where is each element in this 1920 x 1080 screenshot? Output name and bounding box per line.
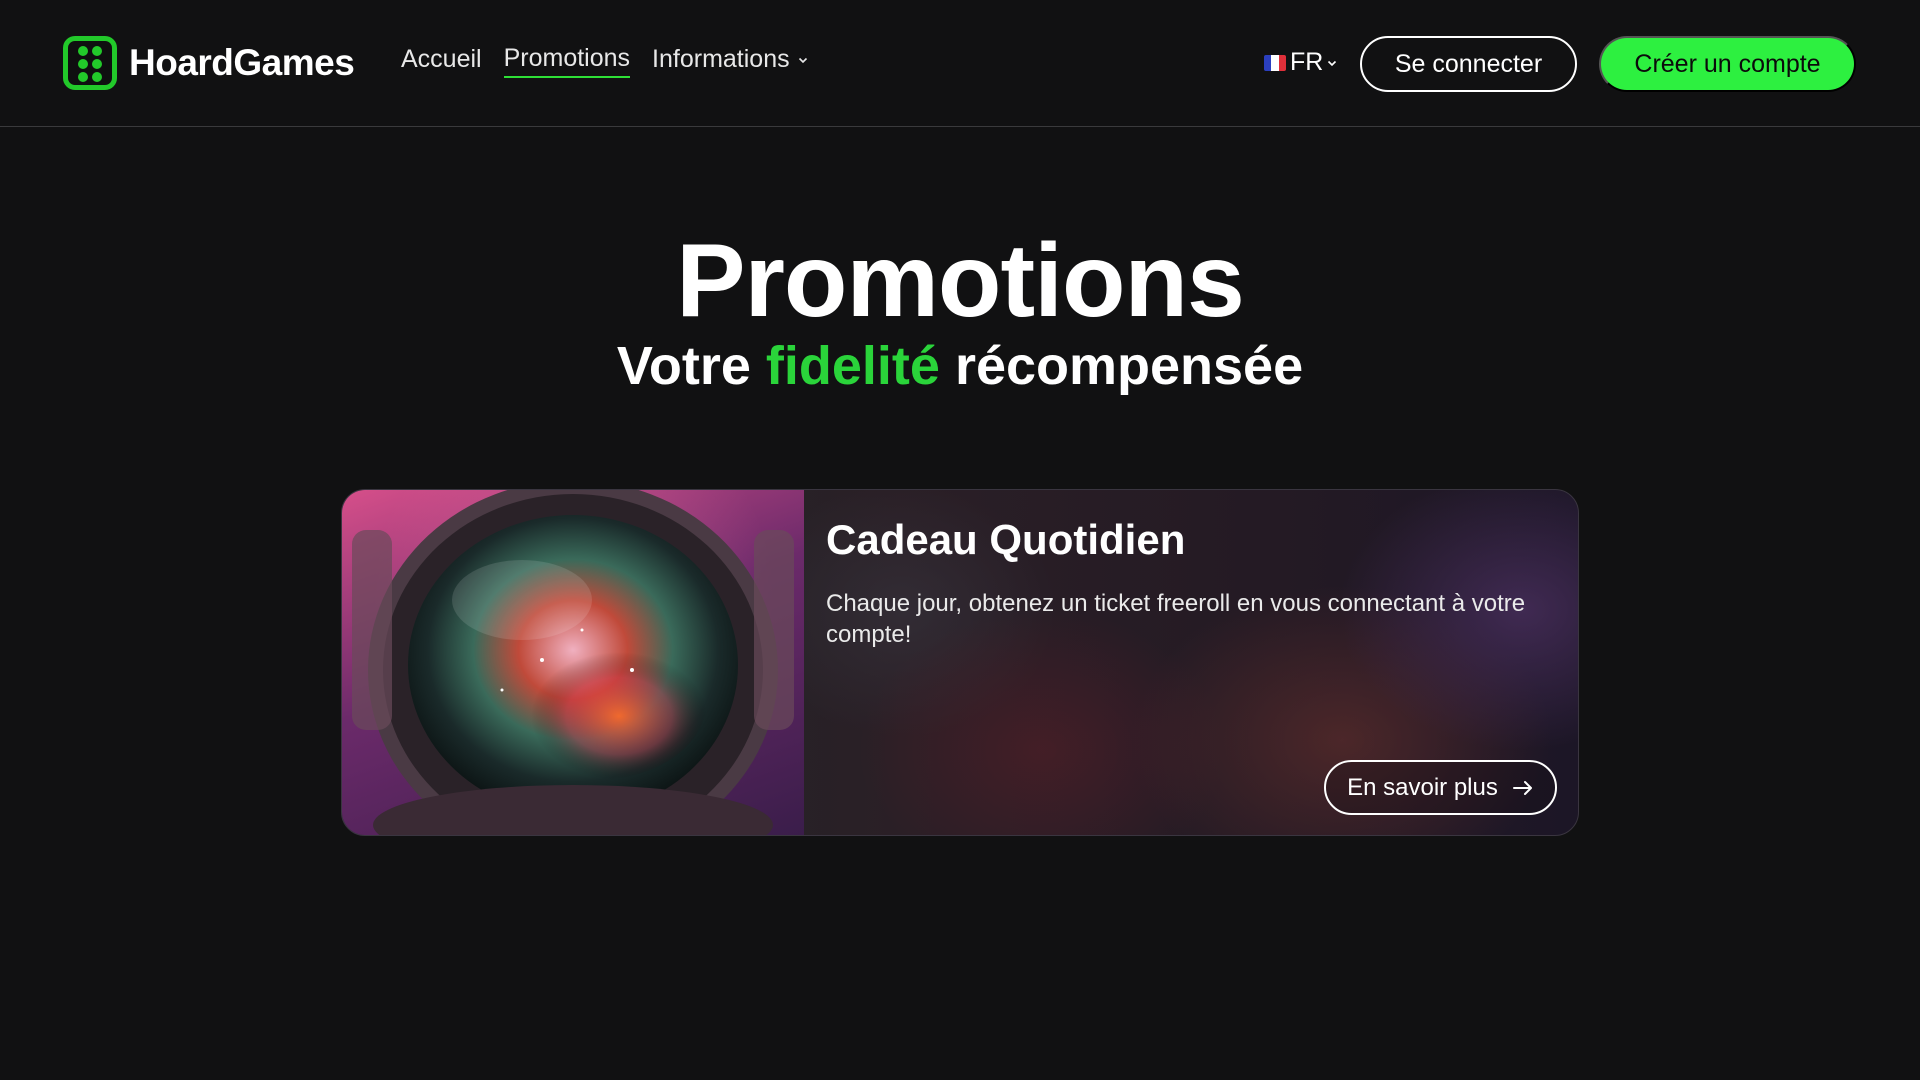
main-nav: Accueil Promotions Informations (401, 44, 808, 78)
page-title: Promotions (676, 223, 1245, 339)
brand-name: HoardGames (129, 42, 355, 83)
language-selector[interactable]: FR (1264, 48, 1337, 77)
top-navigation-bar: HoardGames Accueil Promotions Informatio… (0, 0, 1920, 127)
dice-logo-icon (63, 36, 117, 90)
language-code: FR (1290, 48, 1324, 76)
brand-logo[interactable]: HoardGames (63, 36, 355, 90)
nav-item-accueil[interactable]: Accueil (401, 45, 482, 77)
promo-description: Chaque jour, obtenez un ticket freeroll … (826, 590, 1526, 648)
france-flag-icon (1264, 54, 1286, 71)
chevron-down-icon (1328, 60, 1337, 66)
login-button[interactable]: Se connecter (1360, 36, 1577, 92)
nav-item-informations-label: Informations (652, 45, 790, 73)
promo-title: Cadeau Quotidien (826, 516, 1186, 563)
astronaut-helmet-image (342, 490, 804, 835)
subtitle-text-start: Votre (616, 336, 766, 396)
chevron-down-icon (798, 57, 807, 63)
subtitle-text-end: récompensée (939, 336, 1304, 396)
nav-item-promotions[interactable]: Promotions (503, 44, 631, 78)
learn-more-button[interactable]: En savoir plus (1324, 760, 1557, 815)
create-account-button[interactable]: Créer un compte (1599, 36, 1856, 92)
promo-card-daily-gift: Cadeau Quotidien Chaque jour, obtenez un… (341, 489, 1579, 836)
page-subtitle: Votre fidelité récompensée (0, 335, 1920, 397)
subtitle-accent-word: fidelité (765, 336, 940, 396)
learn-more-label: En savoir plus (1347, 773, 1498, 801)
arrow-right-icon (1512, 780, 1532, 795)
nav-item-informations[interactable]: Informations (652, 45, 808, 77)
